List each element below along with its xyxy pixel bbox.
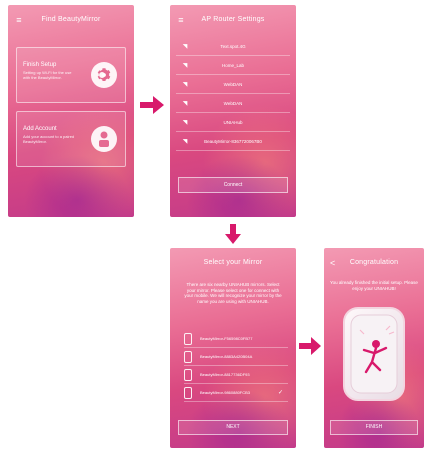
mirror-name: BeautyMirror-9860880FCB3 <box>200 390 251 395</box>
screen-title: Select your Mirror <box>203 259 263 266</box>
finish-setup-card[interactable]: Finish Setup Setting up Wi-Fi for the us… <box>16 47 126 103</box>
network-name: UNIAHub <box>223 119 243 125</box>
screen-ap-router-settings: ≡ AP Router Settings ◥ Text.spot.4G ◥ Ho… <box>170 5 296 217</box>
network-row[interactable]: ◥ Text.spot.4G <box>176 37 290 56</box>
next-button[interactable]: NEXT <box>178 420 288 435</box>
network-name: WebDAN <box>223 81 243 87</box>
mirror-row[interactable]: BeautyMirror-8883A420B04A <box>184 348 288 366</box>
success-message: You already finished the initial setup. … <box>330 280 418 291</box>
wifi-icon: ◥ <box>182 100 188 107</box>
mirror-row[interactable]: BeautyMirror-8817736DF93 <box>184 366 288 384</box>
screen-title: Find BeautyMirror <box>41 16 101 23</box>
network-name: BeautyMirror-8367720067B0 <box>204 138 262 144</box>
wifi-icon: ◥ <box>182 62 188 69</box>
screen-find-beautymirror: ≡ Find BeautyMirror Finish Setup Setting… <box>8 5 134 217</box>
screen-congratulation: < Congratulation You already finished th… <box>324 248 424 448</box>
mirror-icon <box>184 386 192 399</box>
card-title: Finish Setup <box>23 62 57 68</box>
wifi-icon: ◥ <box>182 81 188 88</box>
check-icon: ✓ <box>278 390 284 396</box>
screen-select-mirror: Select your Mirror There are six nearby … <box>170 248 296 448</box>
wifi-icon: ◥ <box>182 43 188 50</box>
header: ≡ Find BeautyMirror <box>8 5 134 35</box>
header: < Congratulation <box>324 248 424 278</box>
card-description: Setting up Wi-Fi for the use with the Be… <box>23 70 72 80</box>
menu-icon[interactable]: ≡ <box>14 5 24 35</box>
arrow-down-icon <box>225 224 241 244</box>
card-description: Add your account to a paired BeautyMirro… <box>23 134 75 144</box>
network-name: WebDAN <box>223 100 243 106</box>
network-row[interactable]: ◥ UNIAHub <box>176 113 290 132</box>
screen-title: Congratulation <box>349 259 399 266</box>
wifi-icon: ◥ <box>182 119 188 126</box>
mirror-name: BeautyMirror-F56598C0FB77 <box>200 336 253 341</box>
mirror-row-selected[interactable]: BeautyMirror-9860880FCB3 ✓ <box>184 384 288 402</box>
network-row[interactable]: ◥ BeautyMirror-8367720067B0 <box>176 132 290 151</box>
add-account-card[interactable]: Add Account Add your account to a paired… <box>16 111 126 167</box>
menu-icon[interactable]: ≡ <box>176 5 186 35</box>
arrow-right-icon <box>299 337 321 355</box>
mirror-name: BeautyMirror-8883A420B04A <box>200 354 253 359</box>
screen-title: AP Router Settings <box>201 16 265 23</box>
mirror-illustration-icon <box>343 307 405 401</box>
finish-button[interactable]: FINISH <box>330 420 418 435</box>
arrow-right-icon <box>140 96 164 114</box>
network-row[interactable]: ◥ WebDAN <box>176 94 290 113</box>
network-row[interactable]: ◥ Home_Lab <box>176 56 290 75</box>
instruction-text: There are six nearby UNIAHUB mirrors. Se… <box>184 282 282 304</box>
mirror-row[interactable]: BeautyMirror-F56598C0FB77 <box>184 330 288 348</box>
mirror-name: BeautyMirror-8817736DF93 <box>200 372 250 377</box>
back-icon[interactable]: < <box>330 248 335 278</box>
connect-button[interactable]: Connect <box>178 177 288 193</box>
network-row[interactable]: ◥ WebDAN <box>176 75 290 94</box>
wifi-icon: ◥ <box>182 138 188 145</box>
mirror-icon <box>184 368 192 381</box>
mirror-icon <box>184 332 192 345</box>
user-icon <box>91 126 117 152</box>
network-name: Home_Lab <box>221 62 244 68</box>
header: ≡ AP Router Settings <box>170 5 296 35</box>
mirror-icon <box>184 350 192 363</box>
gear-icon <box>91 62 117 88</box>
network-name: Text.spot.4G <box>220 43 246 49</box>
header: Select your Mirror <box>170 248 296 278</box>
card-title: Add Account <box>23 126 57 132</box>
